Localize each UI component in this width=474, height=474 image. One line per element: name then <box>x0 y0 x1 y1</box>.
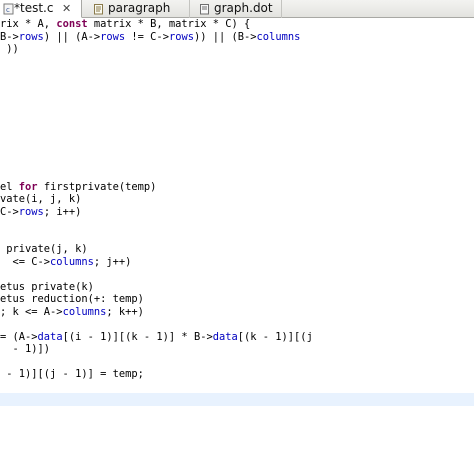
code-line[interactable] <box>0 143 474 156</box>
code-token: B-> <box>0 30 19 43</box>
code-line[interactable]: etus private(k) <box>0 281 474 294</box>
code-token: matrix * B, matrix * C) { <box>87 18 251 30</box>
code-token: ; i++) <box>43 205 82 218</box>
code-token: )) <box>0 43 19 55</box>
code-line[interactable]: )) <box>0 43 474 56</box>
field-token: columns <box>62 305 107 318</box>
code-line[interactable]: = (A->data[(i - 1)][(k - 1)] * B->data[(… <box>0 331 474 344</box>
code-token: firstprivate(temp) <box>37 180 157 193</box>
field-token: rows <box>18 205 44 218</box>
code-line[interactable]: ; k <= A->columns; k++) <box>0 306 474 319</box>
code-line[interactable]: rix * A, const matrix * B, matrix * C) { <box>0 18 474 31</box>
code-token: ; j++) <box>93 255 132 268</box>
code-token: = (A-> <box>0 330 38 343</box>
keyword-token: const <box>56 18 88 30</box>
paragraph-file-icon <box>93 3 105 15</box>
field-token: data <box>212 330 238 343</box>
code-token: ; k++) <box>106 305 144 318</box>
editor-tab-bar: c *test.c ✕ paragraph graph.dot <box>0 0 474 18</box>
code-line[interactable] <box>0 268 474 281</box>
field-token: data <box>37 330 63 343</box>
code-editor[interactable]: rix * A, const matrix * B, matrix * C) {… <box>0 18 474 474</box>
code-line[interactable] <box>0 406 474 419</box>
code-token: - 1)][(j - 1)] = temp; <box>0 368 144 380</box>
code-line[interactable]: el for firstprivate(temp) <box>0 181 474 194</box>
code-line[interactable]: etus reduction(+: temp) <box>0 293 474 306</box>
field-token: rows <box>100 30 126 43</box>
code-line[interactable]: - 1)]) <box>0 343 474 356</box>
svg-text:c: c <box>6 6 10 14</box>
code-line[interactable]: <= C->columns; j++) <box>0 256 474 269</box>
code-line[interactable] <box>0 218 474 231</box>
code-token: private(j, k) <box>0 243 88 255</box>
tab-paragraph-label: paragraph <box>108 1 171 15</box>
code-line[interactable] <box>0 418 474 431</box>
code-token: rix * A, <box>0 18 57 30</box>
tab-test-c-label: *test.c <box>14 1 54 15</box>
current-line[interactable] <box>0 393 474 406</box>
close-icon[interactable]: ✕ <box>62 0 71 17</box>
field-token: rows <box>168 30 194 43</box>
code-line[interactable] <box>0 168 474 181</box>
code-token: )) || (B-> <box>193 30 257 43</box>
code-line[interactable] <box>0 106 474 119</box>
code-line[interactable] <box>0 118 474 131</box>
code-token: <= C-> <box>0 255 51 268</box>
tab-graph-dot[interactable]: graph.dot <box>196 0 282 18</box>
code-line[interactable] <box>0 318 474 331</box>
field-token: columns <box>256 30 301 43</box>
code-line[interactable] <box>0 231 474 244</box>
field-token: rows <box>18 30 44 43</box>
code-token: vate(i, j, k) <box>0 193 82 205</box>
tab-paragraph[interactable]: paragraph <box>88 0 190 18</box>
dot-file-icon <box>199 3 211 15</box>
tab-test-c[interactable]: c *test.c ✕ <box>0 0 82 18</box>
field-token: columns <box>50 255 94 268</box>
code-token: != C-> <box>125 30 169 43</box>
code-token: [(i - 1)][(k - 1)] * B-> <box>62 330 213 343</box>
code-line[interactable] <box>0 93 474 106</box>
code-token: - 1)]) <box>0 343 51 355</box>
code-token: [(k - 1)][(j <box>237 330 313 343</box>
code-line[interactable]: vate(i, j, k) <box>0 193 474 206</box>
code-line[interactable] <box>0 56 474 69</box>
code-line[interactable]: C->rows; i++) <box>0 206 474 219</box>
code-line[interactable] <box>0 356 474 369</box>
code-line[interactable] <box>0 381 474 394</box>
code-token: ) || (A-> <box>43 30 101 43</box>
code-token: ; k <= A-> <box>0 305 63 318</box>
code-line[interactable]: - 1)][(j - 1)] = temp; <box>0 368 474 381</box>
tab-graph-dot-label: graph.dot <box>214 1 273 15</box>
code-line[interactable]: private(j, k) <box>0 243 474 256</box>
code-line[interactable] <box>0 131 474 144</box>
code-line[interactable]: B->rows) || (A->rows != C->rows)) || (B-… <box>0 31 474 44</box>
code-line[interactable] <box>0 81 474 94</box>
code-line[interactable] <box>0 68 474 81</box>
code-token: el <box>0 180 19 193</box>
keyword-token: for <box>18 180 38 193</box>
code-token: etus private(k) <box>0 280 94 293</box>
code-line[interactable] <box>0 156 474 169</box>
code-token: C-> <box>0 205 19 218</box>
code-token: etus reduction(+: temp) <box>0 293 144 305</box>
